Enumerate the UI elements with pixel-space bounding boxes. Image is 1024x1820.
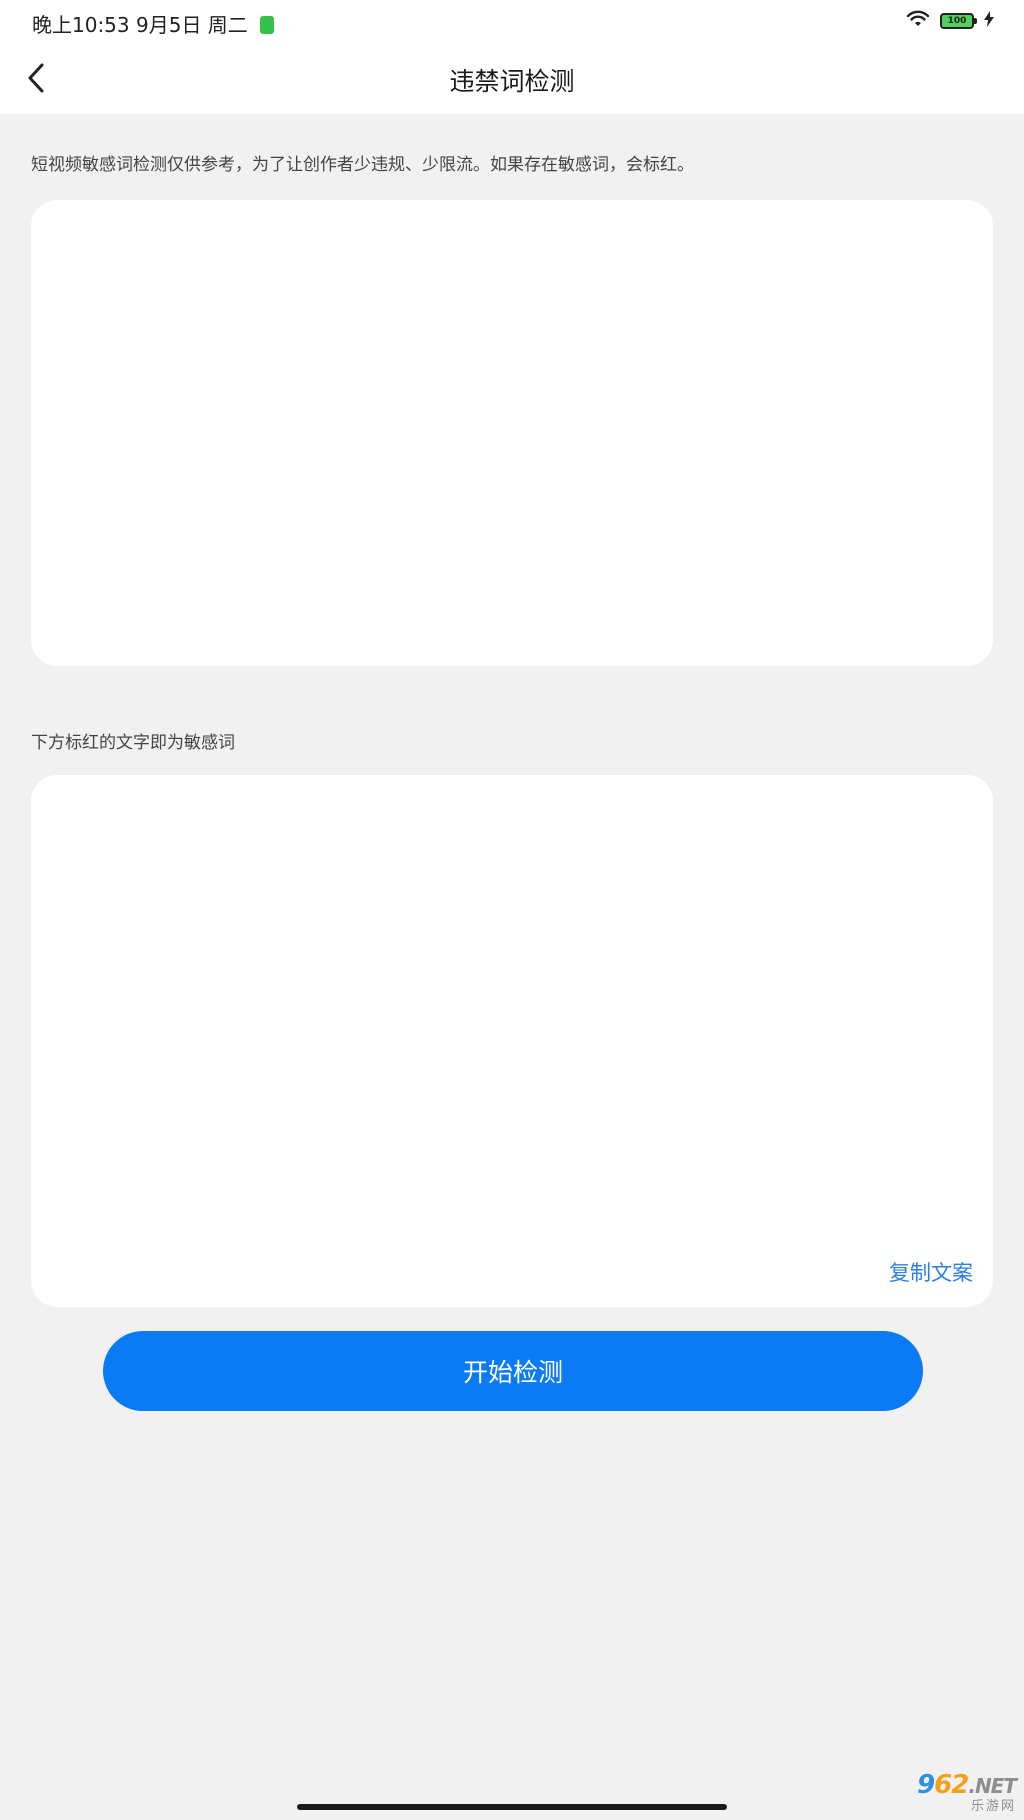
status-bar: 晚上10:53 9月5日 周二 100	[0, 0, 1024, 44]
start-detection-button[interactable]: 开始检测	[103, 1331, 923, 1411]
detection-tip: 短视频敏感词检测仅供参考，为了让创作者少违规、少限流。如果存在敏感词，会标红。	[31, 155, 694, 175]
page-title: 违禁词检测	[449, 67, 575, 96]
watermark-suffix: .NET	[968, 1774, 1017, 1798]
watermark-wordmark: 962.NET	[917, 1770, 1017, 1800]
status-right: 100	[906, 10, 994, 32]
result-label: 下方标红的文字即为敏感词	[31, 733, 235, 753]
charging-icon	[984, 11, 994, 31]
watermark-logo: 962.NET 乐游网	[880, 1770, 1017, 1814]
watermark-num-b: 62	[934, 1770, 969, 1800]
status-left: 晚上10:53 9月5日 周二	[32, 9, 274, 38]
watermark-num-a: 9	[917, 1770, 935, 1800]
home-indicator	[297, 1804, 727, 1810]
battery-icon: 100	[940, 13, 977, 29]
nav-header: 违禁词检测	[0, 44, 1024, 114]
copy-text-button[interactable]: 复制文案	[889, 1257, 973, 1287]
wifi-icon	[906, 10, 930, 32]
watermark-cn: 乐游网	[970, 1799, 1016, 1814]
text-input-card	[31, 200, 993, 666]
battery-level: 100	[947, 16, 967, 26]
status-time: 晚上10:53 9月5日 周二	[32, 13, 248, 37]
text-input[interactable]	[51, 220, 977, 650]
result-card: 复制文案	[31, 775, 993, 1307]
notification-icon	[259, 15, 274, 34]
